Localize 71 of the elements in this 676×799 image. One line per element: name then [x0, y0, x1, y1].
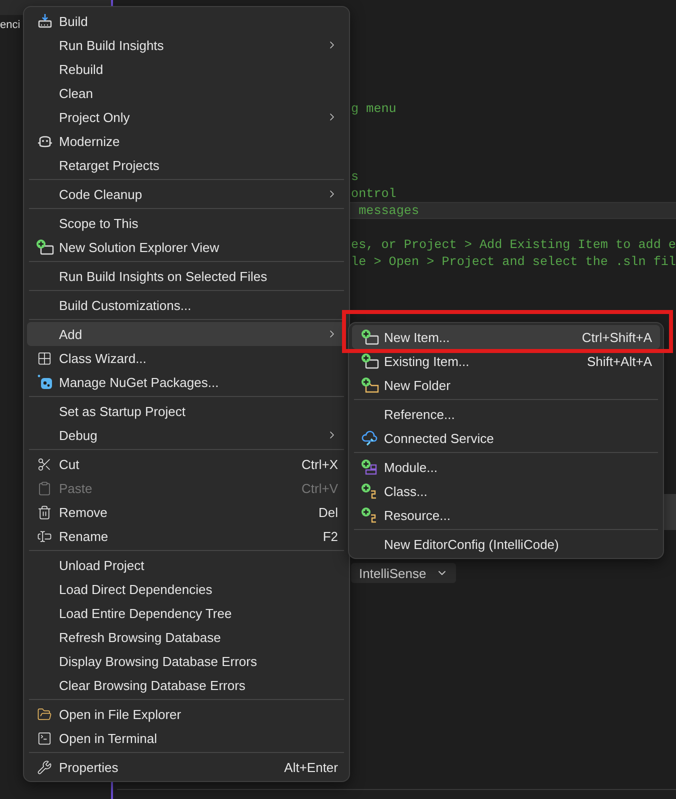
menu-item[interactable]: Clear Browsing Database Errors: [27, 673, 346, 697]
menu-item[interactable]: Existing Item... Shift+Alt+A: [352, 349, 660, 373]
menu-item[interactable]: New EditorConfig (IntelliCode): [352, 532, 660, 556]
new-file-icon: [360, 329, 378, 345]
menu-item[interactable]: Clean: [27, 81, 346, 105]
new-view-icon: [36, 239, 54, 255]
menu-item[interactable]: Refresh Browsing Database: [27, 625, 346, 649]
menu-item[interactable]: Code Cleanup: [27, 182, 346, 206]
menu-item[interactable]: Resource...: [352, 503, 660, 527]
menu-item[interactable]: Run Build Insights: [27, 33, 346, 57]
code-comment: messages: [358, 204, 420, 218]
shortcut-text: Shift+Alt+A: [586, 354, 652, 368]
menu-item[interactable]: Set as Startup Project: [27, 399, 346, 423]
menu-item[interactable]: Manage NuGet Packages...: [27, 370, 346, 394]
menu-item[interactable]: Scope to This: [27, 211, 346, 235]
menu-item[interactable]: Load Entire Dependency Tree: [27, 601, 346, 625]
menu-item[interactable]: Debug: [27, 423, 346, 447]
menu-item[interactable]: New Item... Ctrl+Shift+A: [352, 325, 660, 349]
menu-item[interactable]: Run Build Insights on Selected Files: [27, 264, 346, 288]
code-comment: le > Open > Project and select the .sln fil: [351, 254, 676, 268]
menu-item[interactable]: Project Only: [27, 105, 346, 129]
menu-item[interactable]: Rebuild: [27, 57, 346, 81]
grid-icon: [37, 350, 52, 366]
menu-item[interactable]: Reference...: [352, 402, 660, 426]
robot-icon: [36, 133, 52, 149]
shortcut-text: Ctrl+V: [302, 480, 338, 496]
package-icon: [36, 374, 52, 390]
build-icon: [36, 13, 52, 29]
paste-icon: [37, 480, 52, 496]
menu-item[interactable]: Unload Project: [27, 553, 346, 577]
code-comment: s: [351, 170, 359, 184]
new-folder-icon: [360, 377, 378, 393]
menu-item[interactable]: Remove Del: [27, 500, 346, 524]
menu-item[interactable]: Display Browsing Database Errors: [27, 649, 346, 673]
scope-dropdown[interactable]: IntelliSense: [351, 563, 456, 583]
menu-item[interactable]: New Folder: [352, 373, 660, 397]
cut-icon: [37, 456, 52, 472]
new-resource-icon: [360, 507, 378, 523]
menu-item[interactable]: Retarget Projects: [27, 153, 346, 177]
menu-item[interactable]: Modernize: [27, 129, 346, 153]
menu-item[interactable]: Connected Service: [352, 426, 660, 450]
menu-item[interactable]: Cut Ctrl+X: [27, 452, 346, 476]
shortcut-text: F2: [322, 528, 338, 544]
wrench-icon: [37, 760, 52, 774]
shortcut-text: Ctrl+X: [302, 456, 338, 472]
code-comment: es, or Project > Add Existing Item to add e: [351, 238, 676, 252]
shortcut-text: Del: [318, 504, 338, 520]
rename-icon: [37, 528, 52, 544]
code-comment: ontrol: [351, 186, 396, 200]
menu-item[interactable]: Open in Terminal: [27, 726, 346, 750]
trash-icon: [37, 504, 52, 520]
menu-item[interactable]: Rename F2: [27, 524, 346, 548]
shortcut-text: Alt+Enter: [284, 760, 338, 774]
shortcut-text: Ctrl+Shift+A: [582, 330, 652, 344]
new-class-icon: [360, 483, 378, 499]
add-file-icon: [360, 353, 378, 369]
menu-item[interactable]: Open in File Explorer: [27, 702, 346, 726]
menu-item[interactable]: Class...: [352, 479, 660, 503]
new-module-icon: [360, 459, 378, 475]
menu-item[interactable]: Build Customizations...: [27, 293, 346, 317]
menu-item[interactable]: Class Wizard...: [27, 346, 346, 370]
menu-item[interactable]: Build: [27, 9, 346, 33]
menu-item[interactable]: Load Direct Dependencies: [27, 577, 346, 601]
cloud-icon: [360, 430, 378, 446]
menu-item[interactable]: Module...: [352, 455, 660, 479]
terminal-icon: [37, 730, 52, 746]
menu-item[interactable]: New Solution Explorer View: [27, 235, 346, 259]
folder-icon: [37, 706, 52, 722]
menu-item[interactable]: Properties Alt+Enter: [27, 755, 346, 779]
code-comment: g menu: [351, 102, 396, 116]
tree-item-text[interactable]: enci: [0, 19, 20, 31]
